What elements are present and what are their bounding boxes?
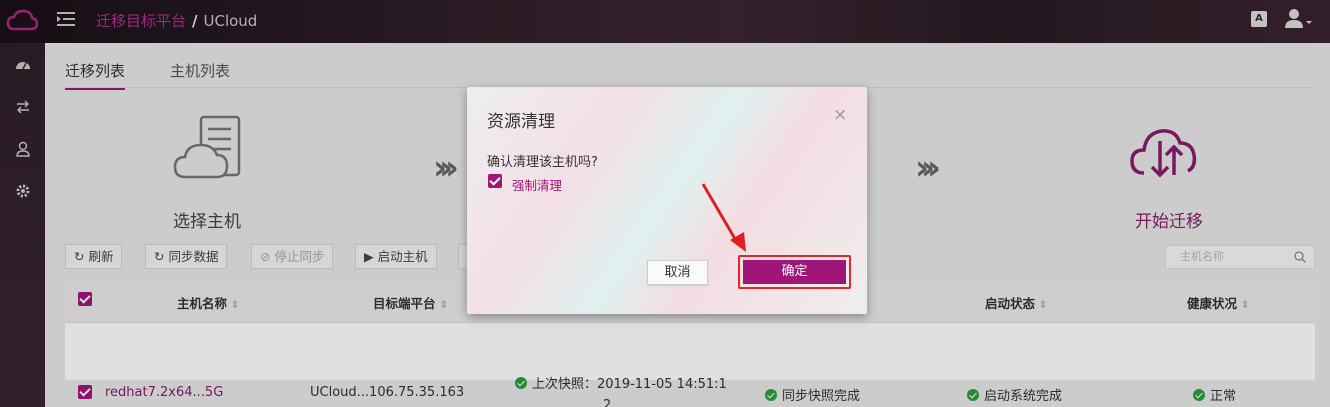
confirm-button[interactable]: 确定 [743,260,846,284]
dialog-title: 资源清理 [487,112,555,132]
annotation-arrow-icon [701,183,746,252]
close-icon[interactable]: × [833,105,847,125]
cancel-button[interactable]: 取消 [647,260,708,285]
resource-cleanup-dialog: 资源清理 × 确认清理该主机吗? 强制清理 取消 确定 [467,87,867,314]
force-cleanup-checkbox[interactable] [488,174,502,188]
dialog-message: 确认清理该主机吗? [487,155,598,170]
force-cleanup-label[interactable]: 强制清理 [512,175,562,194]
confirm-highlight: 确定 [738,255,851,289]
